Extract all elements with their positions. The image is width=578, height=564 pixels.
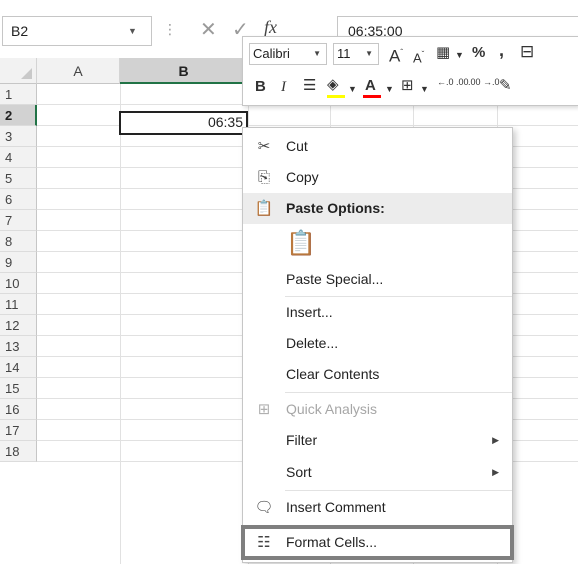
menu-item-sort-label: Sort xyxy=(286,464,312,480)
mini-toolbar: Calibri ▼ 11 ▼ Aˆ Aˇ ▦ ▼ % , ⊟ B I ☰ ◈ ▼… xyxy=(242,36,578,106)
menu-separator xyxy=(285,490,512,491)
menu-item-filter-label: Filter xyxy=(286,432,318,448)
menu-item-insert-label: Insert... xyxy=(286,304,333,320)
row-header-15[interactable]: 15 xyxy=(0,378,37,399)
context-menu: ✂ Cut ⎘ Copy 📋 Paste Options: 📋 Paste Sp… xyxy=(241,127,514,563)
format-painter-icon[interactable]: ✎ xyxy=(499,75,512,97)
chevron-down-icon[interactable]: ▼ xyxy=(348,78,357,100)
scissors-icon: ✂ xyxy=(257,138,271,155)
italic-button[interactable]: I xyxy=(281,76,286,98)
select-all-corner[interactable] xyxy=(0,58,37,84)
font-size-value: 11 xyxy=(337,46,351,61)
chevron-down-icon[interactable]: ▼ xyxy=(313,44,321,64)
chevron-right-icon: ▶ xyxy=(492,435,499,445)
comma-style-button[interactable]: , xyxy=(499,39,504,61)
menu-item-copy[interactable]: ⎘ Copy xyxy=(243,162,512,193)
font-name-value: Calibri xyxy=(253,46,290,61)
fill-color-icon[interactable]: ◈ xyxy=(327,74,339,96)
row-header-1[interactable]: 1 xyxy=(0,84,37,105)
fill-color-swatch xyxy=(327,95,345,98)
borders-icon[interactable]: ⊞ xyxy=(401,75,414,97)
name-box-value: B2 xyxy=(11,23,29,39)
chevron-down-icon[interactable]: ▼ xyxy=(420,78,429,100)
menu-item-quick-analysis[interactable]: ⊞ Quick Analysis xyxy=(243,394,512,425)
format-cells-icon: ☷ xyxy=(257,534,271,551)
paste-icon[interactable]: 📋 xyxy=(286,224,316,257)
menu-separator xyxy=(285,392,512,393)
menu-item-cut-label: Cut xyxy=(286,138,308,154)
paste-option-row: 📋 xyxy=(243,224,512,264)
menu-item-paste-special[interactable]: Paste Special... xyxy=(243,264,512,295)
chevron-down-icon[interactable]: ▼ xyxy=(365,44,373,64)
row-header-9[interactable]: 9 xyxy=(0,252,37,273)
menu-item-format-cells[interactable]: ☷ Format Cells... xyxy=(241,525,514,560)
row-header-5[interactable]: 5 xyxy=(0,168,37,189)
merge-center-icon[interactable]: ⊟ xyxy=(520,41,534,63)
copy-icon: ⎘ xyxy=(257,169,270,186)
menu-item-insert-comment-label: Insert Comment xyxy=(286,499,386,515)
menu-item-clear-contents-label: Clear Contents xyxy=(286,366,380,382)
decrease-font-button[interactable]: Aˇ xyxy=(413,44,424,69)
menu-item-delete[interactable]: Delete... xyxy=(243,328,512,359)
column-header-a[interactable]: A xyxy=(37,58,120,84)
menu-item-quick-analysis-label: Quick Analysis xyxy=(286,401,378,417)
row-header-11[interactable]: 11 xyxy=(0,294,37,315)
row-header-7[interactable]: 7 xyxy=(0,210,37,231)
gridline xyxy=(120,84,121,564)
align-center-icon[interactable]: ☰ xyxy=(303,75,316,97)
menu-item-insert-comment[interactable]: 🗨 Insert Comment xyxy=(243,492,512,523)
row-header-12[interactable]: 12 xyxy=(0,315,37,336)
row-header-16[interactable]: 16 xyxy=(0,399,37,420)
row-header-14[interactable]: 14 xyxy=(0,357,37,378)
font-size-select[interactable]: 11 ▼ xyxy=(333,43,379,65)
row-header-2[interactable]: 2 xyxy=(0,105,37,126)
cancel-icon[interactable]: ✕ xyxy=(200,17,217,42)
menu-item-cut[interactable]: ✂ Cut xyxy=(243,131,512,162)
row-header-18[interactable]: 18 xyxy=(0,441,37,462)
quick-analysis-icon: ⊞ xyxy=(257,401,271,418)
decrease-decimal-button[interactable]: .00 →.0 xyxy=(468,77,500,87)
row-header-8[interactable]: 8 xyxy=(0,231,37,252)
row-header-4[interactable]: 4 xyxy=(0,147,37,168)
menu-item-paste-special-label: Paste Special... xyxy=(286,271,384,287)
vertical-dots-icon: ⋮ xyxy=(163,21,177,37)
row-header-6[interactable]: 6 xyxy=(0,189,37,210)
chevron-down-icon[interactable]: ▼ xyxy=(128,26,137,36)
chevron-down-icon[interactable]: ▼ xyxy=(385,78,394,100)
font-color-button[interactable]: A xyxy=(365,75,376,97)
menu-item-copy-label: Copy xyxy=(286,169,319,185)
row-header-3[interactable]: 3 xyxy=(0,126,37,147)
increase-font-button[interactable]: Aˆ xyxy=(389,42,403,68)
bold-button[interactable]: B xyxy=(255,76,266,98)
menu-item-clear-contents[interactable]: Clear Contents xyxy=(243,359,512,390)
font-color-swatch xyxy=(363,95,381,98)
row-header-17[interactable]: 17 xyxy=(0,420,37,441)
menu-section-paste-options: 📋 Paste Options: xyxy=(243,193,512,224)
active-cell-b2[interactable]: 06:35 xyxy=(119,111,248,135)
menu-item-insert[interactable]: Insert... xyxy=(243,297,512,328)
comment-icon: 🗨 xyxy=(254,499,274,516)
chevron-right-icon: ▶ xyxy=(492,467,499,477)
percent-style-button[interactable]: % xyxy=(472,42,485,64)
insert-function-button[interactable]: fx xyxy=(264,17,277,38)
name-box[interactable]: B2 ▼ xyxy=(2,16,152,46)
clipboard-icon: 📋 xyxy=(254,200,274,217)
font-name-select[interactable]: Calibri ▼ xyxy=(249,43,327,65)
increase-decimal-button[interactable]: ←.0 .00 xyxy=(437,77,469,87)
menu-item-sort[interactable]: Sort ▶ xyxy=(243,457,512,488)
column-header-b[interactable]: B xyxy=(120,58,248,84)
styles-icon[interactable]: ▦ xyxy=(436,42,450,64)
menu-item-format-cells-label: Format Cells... xyxy=(286,534,378,550)
row-header-13[interactable]: 13 xyxy=(0,336,37,357)
menu-item-filter[interactable]: Filter ▶ xyxy=(243,425,512,456)
paste-options-label: Paste Options: xyxy=(286,200,385,216)
row-header-10[interactable]: 10 xyxy=(0,273,37,294)
menu-item-delete-label: Delete... xyxy=(286,335,339,351)
chevron-down-icon[interactable]: ▼ xyxy=(455,44,464,66)
